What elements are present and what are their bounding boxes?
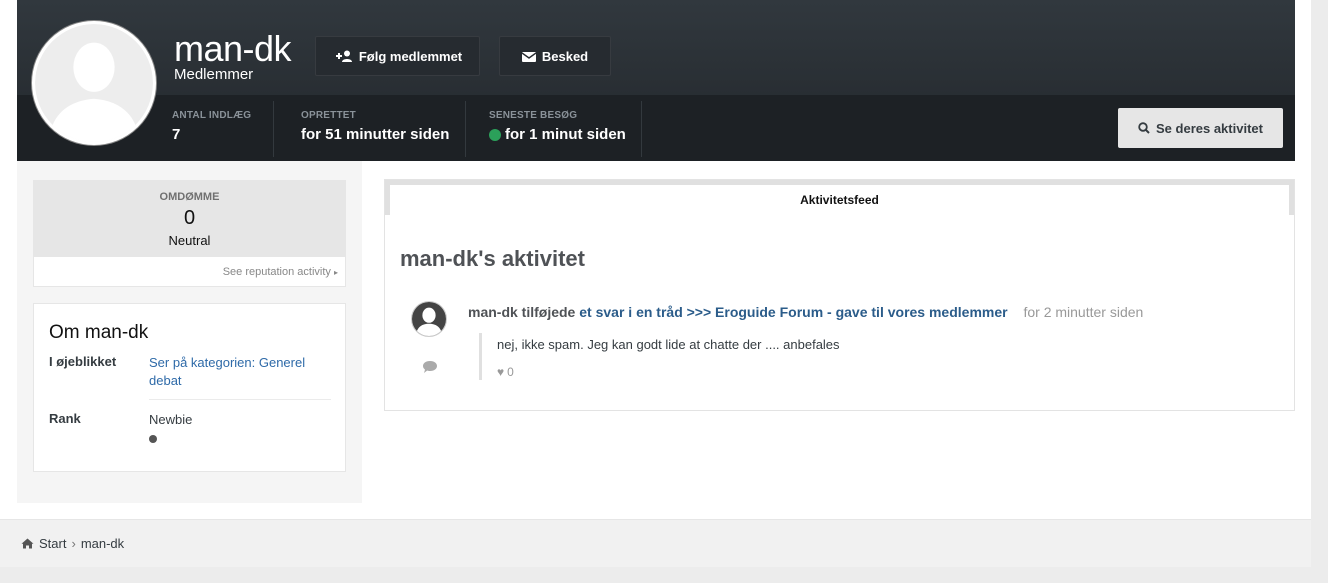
feed-title: man-dk's aktivitet — [400, 246, 585, 271]
message-button[interactable]: Besked — [499, 36, 611, 76]
feed-item-actor[interactable]: man-dk tilføjede — [468, 304, 575, 320]
heart-icon: ♥ — [497, 365, 505, 379]
page: man-dk Medlemmer Følg medlemmet Besked A… — [0, 0, 1311, 567]
reputation-activity-link[interactable]: See reputation activity ▸ — [34, 257, 345, 278]
stat-label: OPRETTET — [301, 110, 356, 121]
profile-avatar[interactable] — [32, 21, 156, 145]
stat-divider — [641, 101, 642, 157]
person-silhouette-icon — [35, 24, 153, 142]
reputation-label: OMDØMME — [159, 191, 220, 203]
stat-value-row: for 1 minut siden — [489, 126, 626, 143]
profile-sidebar: OMDØMME 0 Neutral See reputation activit… — [17, 161, 362, 503]
comment-icon — [423, 361, 437, 373]
current-location-link[interactable]: Ser på kategorien: Generel debat — [149, 354, 329, 390]
reputation-box: OMDØMME 0 Neutral See reputation activit… — [33, 180, 346, 287]
feed-item-snippet: nej, ikke spam. Jeg kan godt lide at cha… — [497, 337, 840, 352]
snippet-quote-bar — [479, 333, 482, 380]
rank-value: Newbie — [149, 412, 193, 427]
stat-value: for 51 minutter siden — [301, 126, 450, 143]
breadcrumb: Start › man-dk — [0, 519, 1311, 567]
follow-button[interactable]: Følg medlemmet — [315, 36, 480, 76]
profile-header: man-dk Medlemmer Følg medlemmet Besked A… — [17, 0, 1295, 161]
profile-usergroup: Medlemmer — [174, 66, 254, 83]
stat-divider — [273, 101, 274, 157]
stat-last-visit: SENESTE BESØG for 1 minut siden — [489, 110, 626, 143]
stat-label: ANTAL INDLÆG — [172, 110, 252, 121]
feed-item-likes: ♥ 0 — [497, 365, 514, 379]
activity-feed: Aktivitetsfeed man-dk's aktivitet man-dk… — [384, 179, 1295, 411]
feed-tab-bar: Aktivitetsfeed — [385, 180, 1294, 215]
search-icon — [1138, 122, 1150, 134]
envelope-icon — [521, 51, 536, 62]
follow-button-label: Følg medlemmet — [358, 48, 463, 64]
about-key: I øjeblikket — [49, 354, 117, 369]
rank-value-wrap: Newbie — [149, 411, 329, 448]
feed-item-topic-link[interactable]: et svar i en tråd >>> Eroguide Forum - g… — [579, 304, 1007, 320]
about-title: Om man-dk — [49, 322, 149, 343]
rank-pip-icon — [149, 435, 157, 443]
breadcrumb-home[interactable]: Start — [39, 536, 66, 551]
feed-item-header: man-dk tilføjede et svar i en tråd >>> E… — [468, 304, 1143, 320]
stat-value: 7 — [172, 126, 181, 143]
person-silhouette-icon — [412, 302, 446, 336]
see-activity-button[interactable]: Se deres aktivitet — [1118, 108, 1283, 148]
tab-activity-feed[interactable]: Aktivitetsfeed — [390, 185, 1289, 215]
reputation-value: 0 — [183, 207, 196, 229]
breadcrumb-current[interactable]: man-dk — [81, 536, 124, 551]
follow-user-icon — [335, 50, 352, 62]
home-icon — [21, 538, 34, 549]
about-row-status: I øjeblikket Ser på kategorien: Generel … — [49, 354, 331, 394]
stat-posts: ANTAL INDLÆG 7 — [172, 110, 251, 143]
about-key: Rank — [49, 411, 81, 426]
item-avatar[interactable] — [411, 301, 447, 337]
caret-right-icon: ▸ — [333, 268, 338, 277]
breadcrumb-items: Start › man-dk — [21, 536, 124, 551]
online-status-icon — [489, 128, 501, 141]
about-row-rank: Rank Newbie — [49, 411, 331, 451]
reputation-activity-label: See reputation activity — [222, 266, 331, 278]
profile-username: man-dk — [174, 28, 292, 69]
stat-joined: OPRETTET for 51 minutter siden — [301, 110, 449, 143]
likes-count: 0 — [507, 365, 514, 379]
about-divider — [149, 399, 331, 400]
reputation-summary: OMDØMME 0 Neutral — [34, 181, 345, 257]
stat-label: SENESTE BESØG — [489, 110, 578, 121]
feed-item-time: for 2 minutter siden — [1023, 304, 1144, 320]
stat-value: for 1 minut siden — [505, 126, 626, 143]
about-box: Om man-dk I øjeblikket Ser på kategorien… — [33, 303, 346, 472]
reputation-word: Neutral — [168, 233, 211, 248]
message-button-label: Besked — [541, 48, 589, 64]
stat-divider — [465, 101, 466, 157]
chevron-right-icon: › — [71, 536, 76, 551]
see-activity-label: Se deres aktivitet — [1156, 120, 1263, 136]
